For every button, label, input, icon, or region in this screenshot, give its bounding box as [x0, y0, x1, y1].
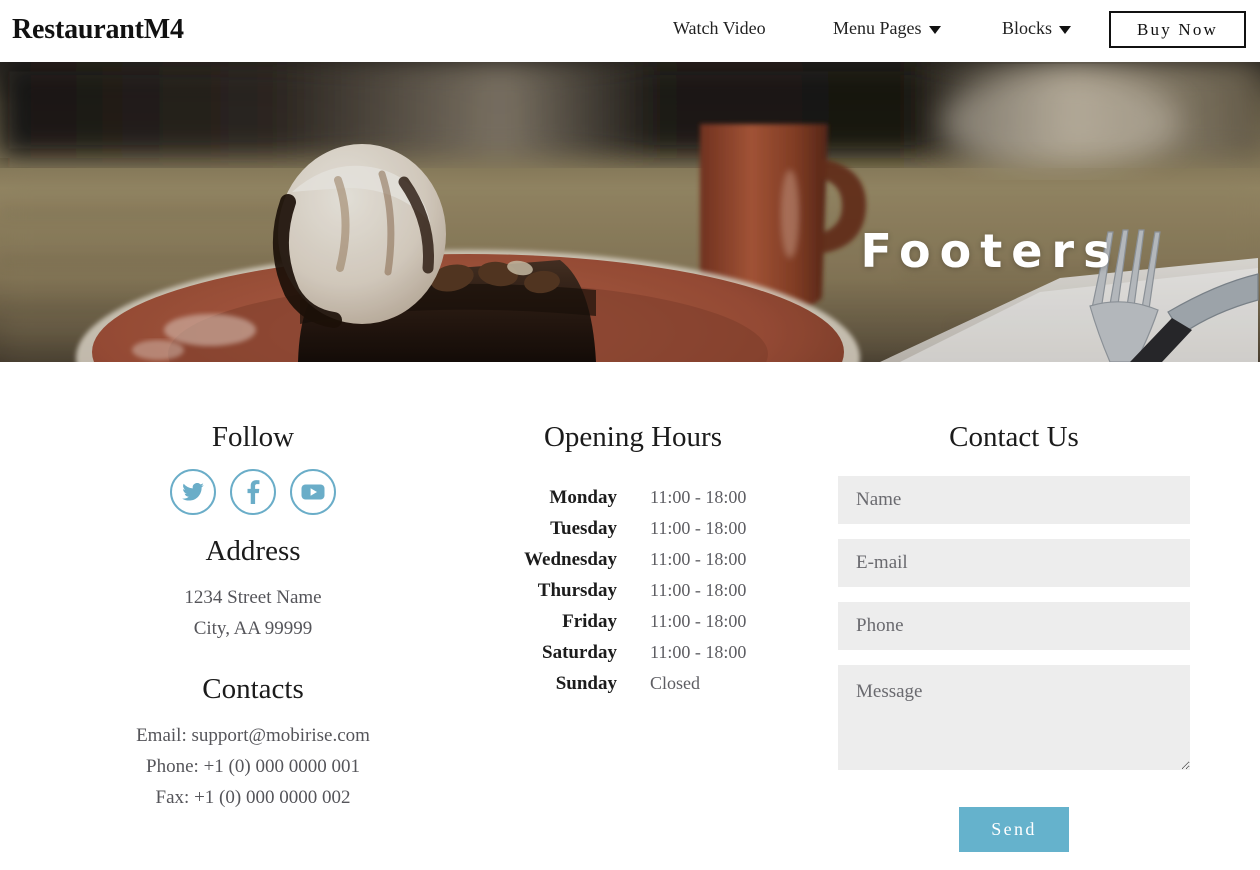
hours-day: Wednesday: [524, 548, 617, 570]
phone-field[interactable]: [838, 602, 1190, 650]
table-row: Tuesday 11:00 - 18:00: [450, 513, 816, 544]
brand-logo[interactable]: RestaurantM4: [12, 14, 184, 46]
contact-phone[interactable]: Phone: +1 (0) 000 0000 001: [90, 752, 416, 783]
contacts-lines: Email: support@mobirise.com Phone: +1 (0…: [90, 721, 416, 814]
footer-section: Follow Address 1234 Street Name City, AA…: [0, 362, 1260, 870]
address-line-1: 1234 Street Name: [184, 587, 322, 608]
hours-day: Tuesday: [550, 517, 617, 539]
hours-day: Friday: [562, 610, 617, 632]
hours-day: Thursday: [537, 579, 617, 601]
nav-item-label: Watch Video: [673, 18, 766, 38]
contact-fax: Fax: +1 (0) 000 0000 002: [155, 786, 351, 808]
hours-time: 11:00 - 18:00: [650, 549, 747, 569]
table-row: Thursday 11:00 - 18:00: [450, 575, 816, 606]
send-button[interactable]: Send: [959, 807, 1069, 852]
hours-time: 11:00 - 18:00: [650, 611, 747, 631]
nav-item-menu-pages[interactable]: Menu Pages: [833, 18, 941, 39]
follow-title: Follow: [211, 421, 295, 453]
hours-time: 11:00 - 18:00: [650, 580, 747, 600]
contacts-title: Contacts: [202, 673, 304, 705]
address-line-2: City, AA 99999: [193, 618, 313, 640]
nav-item-label: Menu Pages: [833, 18, 922, 38]
navbar: RestaurantM4 Watch Video Menu Pages Bloc…: [0, 0, 1260, 62]
social-links: [90, 469, 416, 515]
nav-item-label: Blocks: [1002, 18, 1053, 38]
facebook-glyph: [247, 480, 259, 504]
facebook-icon[interactable]: [230, 469, 276, 515]
opening-hours-table: Monday 11:00 - 18:00 Tuesday 11:00 - 18:…: [450, 482, 816, 699]
hours-time: 11:00 - 18:00: [650, 642, 747, 662]
hero-image: [0, 62, 1260, 362]
twitter-icon[interactable]: [170, 469, 216, 515]
email-field[interactable]: [838, 539, 1190, 587]
hours-day: Sunday: [555, 672, 617, 694]
contact-us-title: Contact Us: [949, 421, 1079, 453]
table-row: Sunday Closed: [450, 668, 816, 699]
hero-banner: Footers: [0, 62, 1260, 362]
youtube-icon[interactable]: [290, 469, 336, 515]
hero-title: Footers: [860, 224, 1120, 278]
table-row: Wednesday 11:00 - 18:00: [450, 544, 816, 575]
send-button-wrap: Send: [838, 807, 1190, 852]
address-title: Address: [205, 535, 301, 567]
nav-links: Watch Video Menu Pages Blocks Buy Now: [650, 0, 1260, 62]
chevron-down-icon: [1059, 25, 1072, 34]
nav-item-watch-video[interactable]: Watch Video: [673, 18, 766, 39]
table-row: Saturday 11:00 - 18:00: [450, 637, 816, 668]
opening-hours-title: Opening Hours: [543, 421, 722, 453]
hours-day: Saturday: [542, 641, 617, 663]
address-lines: 1234 Street Name City, AA 99999: [90, 582, 416, 645]
youtube-glyph: [301, 484, 325, 500]
hours-day: Monday: [549, 486, 617, 508]
hours-time: 11:00 - 18:00: [650, 518, 747, 538]
nav-item-blocks[interactable]: Blocks: [1002, 18, 1072, 39]
twitter-glyph: [182, 483, 204, 501]
chevron-down-icon: [928, 25, 941, 34]
hours-time: Closed: [650, 673, 701, 693]
contact-email[interactable]: Email: support@mobirise.com: [90, 721, 416, 752]
table-row: Monday 11:00 - 18:00: [450, 482, 816, 513]
contact-form: Send: [838, 476, 1190, 852]
message-field[interactable]: [838, 665, 1190, 770]
name-field[interactable]: [838, 476, 1190, 524]
buy-now-button[interactable]: Buy Now: [1109, 11, 1246, 48]
table-row: Friday 11:00 - 18:00: [450, 606, 816, 637]
hours-time: 11:00 - 18:00: [650, 487, 747, 507]
